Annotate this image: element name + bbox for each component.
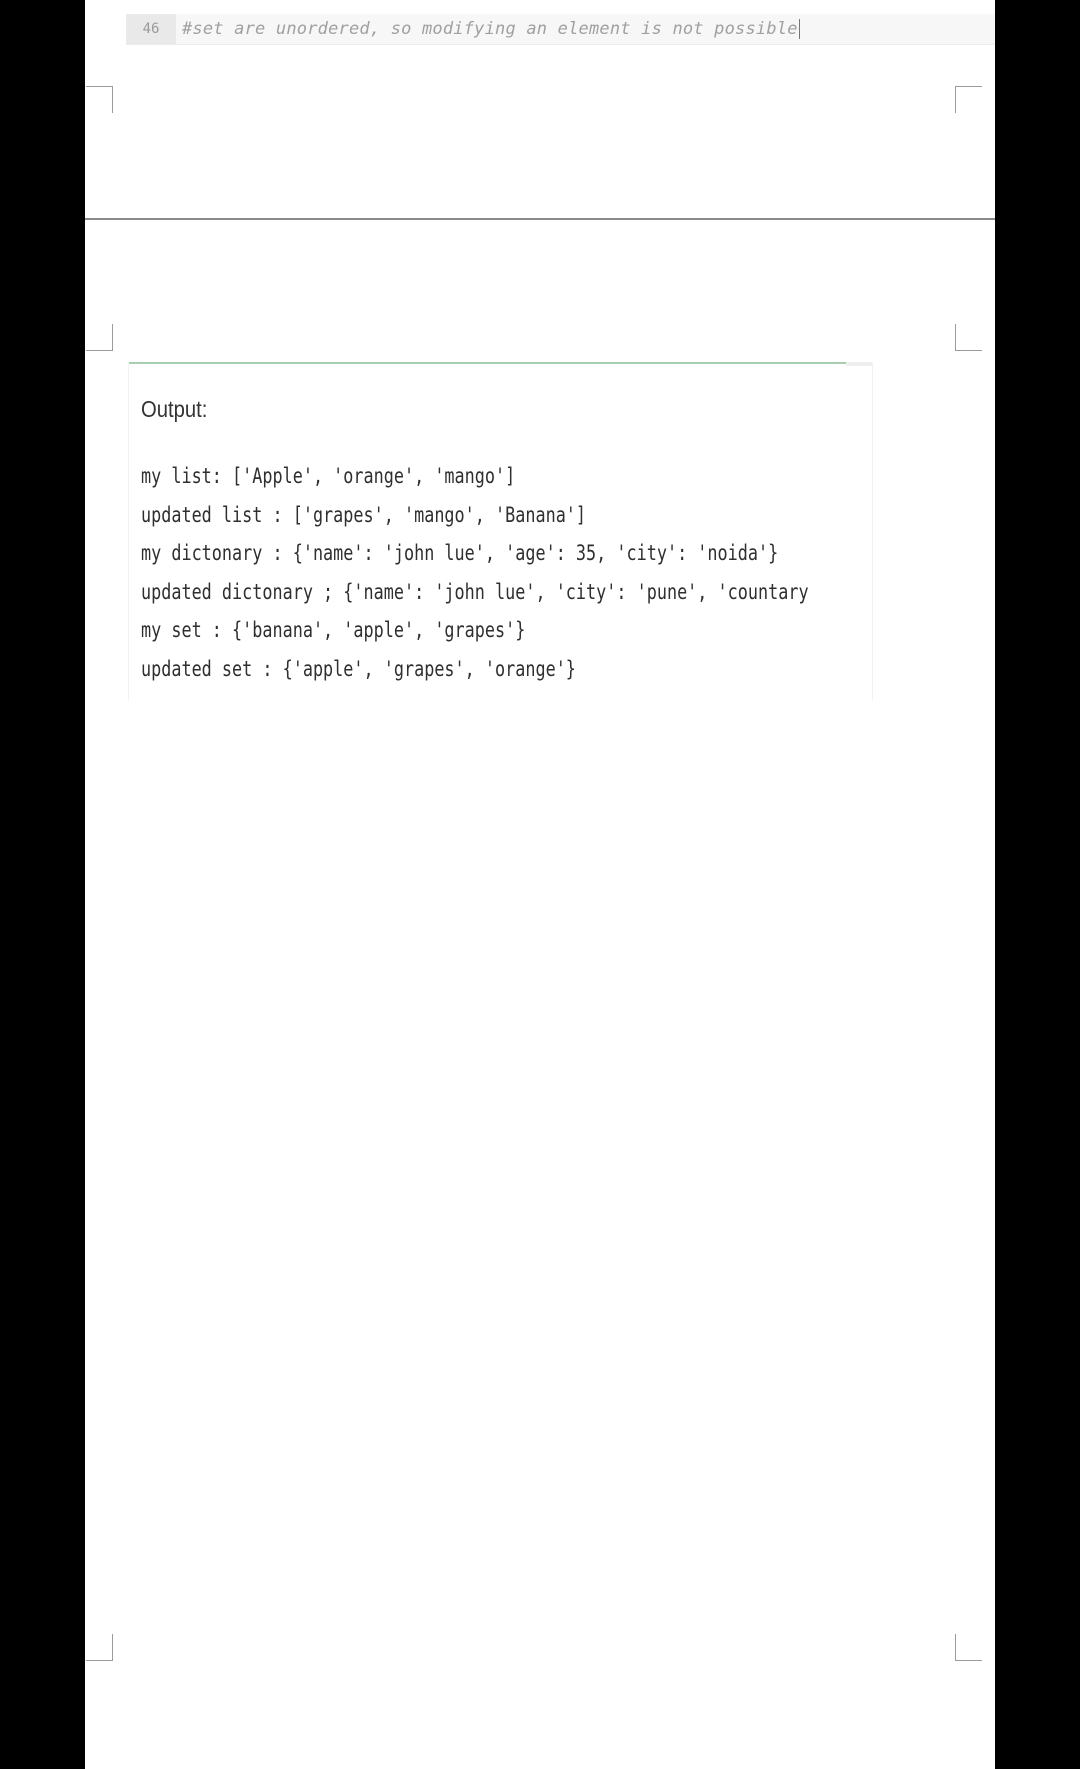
- code-line[interactable]: 46 #set are unordered, so modifying an e…: [126, 14, 995, 45]
- page-break: [85, 218, 995, 220]
- output-top-rule: [129, 362, 846, 364]
- output-line: updated set : {'apple', 'grapes', 'orang…: [141, 656, 576, 681]
- page-corner-mark-left-bottom: [86, 324, 113, 351]
- output-line: my list: ['Apple', 'orange', 'mango']: [141, 464, 516, 488]
- output-line: updated dictonary ; {'name': 'john lue',…: [141, 579, 809, 604]
- page-corner-mark-left-top: [86, 86, 113, 113]
- page-corner-mark-right-bottom: [955, 324, 982, 351]
- output-heading: Output:: [141, 396, 208, 422]
- output-line: my set : {'banana', 'apple', 'grapes'}: [141, 618, 526, 642]
- output-block: Output: my list: ['Apple', 'orange', 'ma…: [128, 362, 873, 700]
- page-corner-mark-right-bottom-page: [955, 1634, 982, 1661]
- document-page: 46 #set are unordered, so modifying an e…: [85, 0, 995, 1769]
- output-line: updated list : ['grapes', 'mango', 'Bana…: [141, 502, 587, 527]
- page-corner-mark-right-top: [955, 86, 982, 113]
- output-line: my dictonary : {'name': 'john lue', 'age…: [141, 541, 779, 565]
- text-cursor: [798, 19, 800, 39]
- code-comment[interactable]: #set are unordered, so modifying an elem…: [182, 19, 798, 39]
- line-number: 46: [126, 14, 176, 44]
- output-lines: my list: ['Apple', 'orange', 'mango'] up…: [141, 457, 872, 688]
- output-top-rule-end: [846, 362, 872, 366]
- page-corner-mark-left-bottom-page: [86, 1634, 113, 1661]
